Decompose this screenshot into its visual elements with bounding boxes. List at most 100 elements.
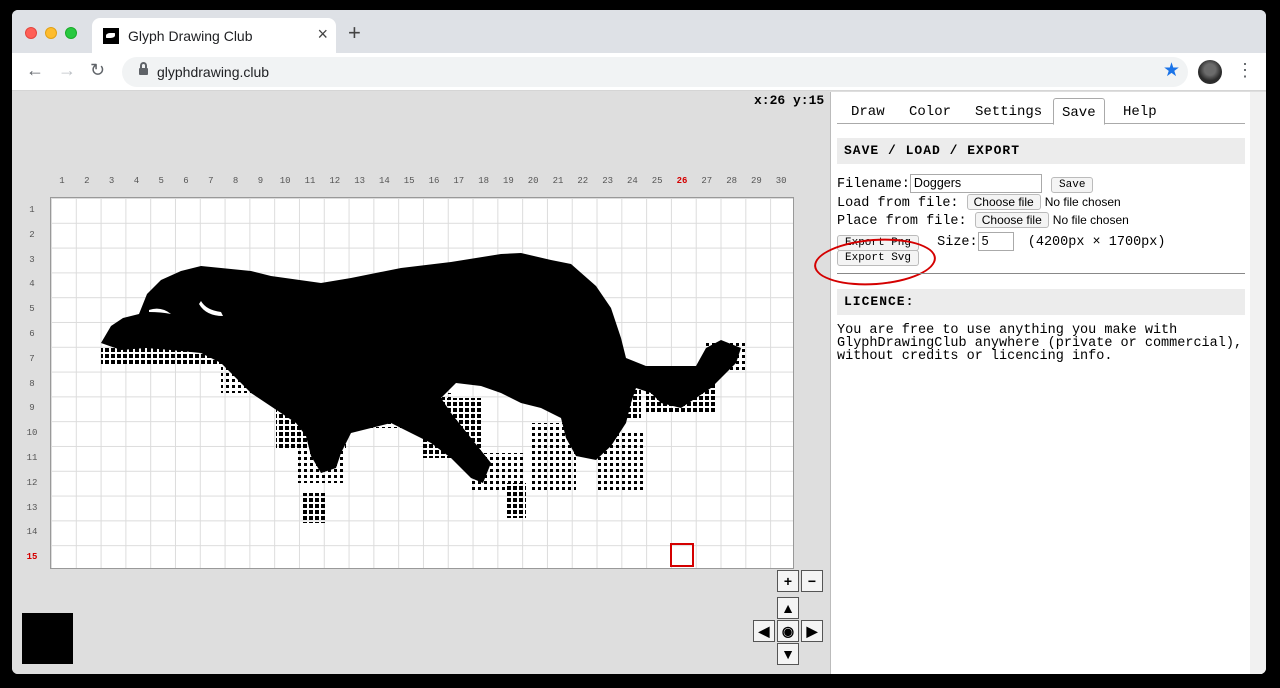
column-number: 28 [726, 176, 737, 186]
row-number: 7 [29, 353, 35, 364]
tab-color[interactable]: Color [901, 98, 959, 124]
zoom-in-button[interactable]: + [777, 570, 799, 592]
column-number: 30 [775, 176, 787, 186]
column-number: 12 [329, 176, 341, 186]
minimize-window-icon[interactable] [45, 27, 57, 39]
size-info: (4200px × 1700px) [1027, 235, 1166, 251]
cursor-cell-highlight [670, 543, 694, 567]
licence-title: LICENCE: [837, 289, 1245, 315]
zoom-out-button[interactable]: − [801, 570, 823, 592]
row-number: 2 [29, 229, 35, 240]
panel-tabs: Draw Color Settings Save Help [837, 98, 1245, 125]
row-number: 15 [26, 552, 38, 563]
section-title: SAVE / LOAD / EXPORT [837, 138, 1245, 164]
pan-down-button[interactable]: ▼ [777, 643, 799, 665]
glyph-preview [22, 613, 73, 664]
tab-close-icon[interactable]: × [317, 25, 328, 43]
cursor-coordinates: x:26 y:15 [754, 93, 825, 108]
row-number: 14 [26, 527, 38, 538]
column-number: 29 [750, 176, 762, 186]
column-number: 8 [232, 176, 239, 186]
row-number: 11 [26, 453, 38, 463]
row-number: 5 [29, 304, 35, 315]
url-text[interactable]: glyphdrawing.club [157, 64, 269, 80]
place-row: Place from file: Choose file No file chos… [837, 212, 1129, 229]
row-number: 3 [29, 254, 35, 265]
pan-up-button[interactable]: ▲ [777, 597, 799, 619]
reload-icon[interactable]: ↻ [90, 60, 105, 80]
forward-arrow-icon[interactable]: → [58, 60, 76, 80]
column-number: 18 [478, 176, 489, 186]
load-choose-file-button[interactable]: Choose file [966, 194, 1041, 210]
row-number: 4 [29, 279, 35, 290]
pan-center-button[interactable]: ◉ [777, 620, 799, 642]
column-number: 3 [108, 176, 115, 186]
browser-tab[interactable]: Glyph Drawing Club × [92, 18, 336, 53]
column-number: 25 [651, 176, 663, 186]
column-number: 22 [577, 176, 589, 186]
place-label: Place from file: [837, 214, 967, 229]
column-number: 15 [403, 176, 415, 186]
filename-input[interactable]: Doggers [909, 174, 1042, 193]
lock-icon[interactable] [139, 62, 148, 76]
kebab-menu-icon[interactable]: ⋮ [1236, 60, 1254, 80]
column-number: 27 [701, 176, 713, 186]
size-input[interactable]: 5 [977, 232, 1014, 251]
address-bar[interactable]: glyphdrawing.club ★ [122, 57, 1188, 87]
close-window-icon[interactable] [25, 27, 37, 39]
tab-strip: Glyph Drawing Club × + [12, 10, 1266, 53]
filename-row: Filename: Doggers Save [837, 174, 1094, 194]
row-number: 12 [26, 477, 38, 488]
size-label: Size: [937, 235, 978, 251]
new-tab-button[interactable]: + [348, 22, 361, 44]
row-number: 10 [26, 428, 38, 439]
column-number: 19 [502, 176, 514, 186]
load-row: Load from file: Choose file No file chose… [837, 194, 1121, 211]
bookmark-star-icon[interactable]: ★ [1163, 60, 1180, 82]
tab-draw[interactable]: Draw [843, 98, 893, 124]
load-no-file-text: No file chosen [1044, 195, 1121, 209]
browser-toolbar: ← → ↻ glyphdrawing.club ★ ⋮ [12, 53, 1266, 91]
tab-settings[interactable]: Settings [967, 98, 1050, 124]
page-content: x:26 y:15 1 2 3 4 5 6 7 8 9 10 11 12 13 14 15 16 17 18 19 2… [12, 92, 1266, 674]
pan-right-button[interactable]: ▶ [801, 620, 823, 642]
filename-label: Filename: [837, 177, 910, 193]
load-label: Load from file: [837, 196, 959, 211]
column-number: 5 [158, 176, 164, 186]
row-number: 8 [29, 378, 35, 389]
column-number: 9 [257, 176, 264, 186]
browser-window: Glyph Drawing Club × + ← → ↻ glyphdrawin… [12, 10, 1266, 674]
tab-save[interactable]: Save [1053, 98, 1105, 125]
drawing-canvas[interactable] [50, 197, 794, 569]
column-number: 7 [208, 176, 214, 186]
column-number: 13 [354, 176, 365, 186]
column-number: 10 [279, 176, 291, 186]
column-number: 24 [626, 176, 638, 186]
column-number: 11 [304, 176, 316, 186]
maximize-window-icon[interactable] [65, 27, 77, 39]
side-panel: Draw Color Settings Save Help SAVE / LOA… [812, 92, 1262, 674]
section-divider [837, 273, 1245, 274]
row-number: 13 [26, 502, 38, 513]
column-number: 26 [676, 176, 688, 186]
row-number: 6 [29, 329, 35, 339]
tab-title: Glyph Drawing Club [128, 28, 253, 44]
column-number: 6 [183, 176, 189, 186]
place-choose-file-button[interactable]: Choose file [974, 212, 1049, 228]
tab-help[interactable]: Help [1115, 98, 1165, 124]
column-number: 17 [453, 176, 465, 186]
profile-avatar[interactable] [1198, 60, 1222, 84]
licence-text: You are free to use anything you make wi… [837, 323, 1243, 364]
scrollbar[interactable] [1250, 92, 1266, 674]
back-arrow-icon[interactable]: ← [26, 60, 44, 80]
column-number: 14 [378, 176, 390, 186]
pan-left-button[interactable]: ◀ [753, 620, 775, 642]
column-number: 21 [552, 176, 564, 186]
column-number: 2 [84, 176, 90, 186]
row-number: 1 [29, 205, 35, 215]
glyph-drawing [101, 253, 746, 523]
favicon-icon [103, 28, 119, 44]
column-number: 16 [428, 176, 440, 186]
save-button[interactable]: Save [1051, 177, 1094, 194]
row-number: 9 [29, 403, 35, 414]
